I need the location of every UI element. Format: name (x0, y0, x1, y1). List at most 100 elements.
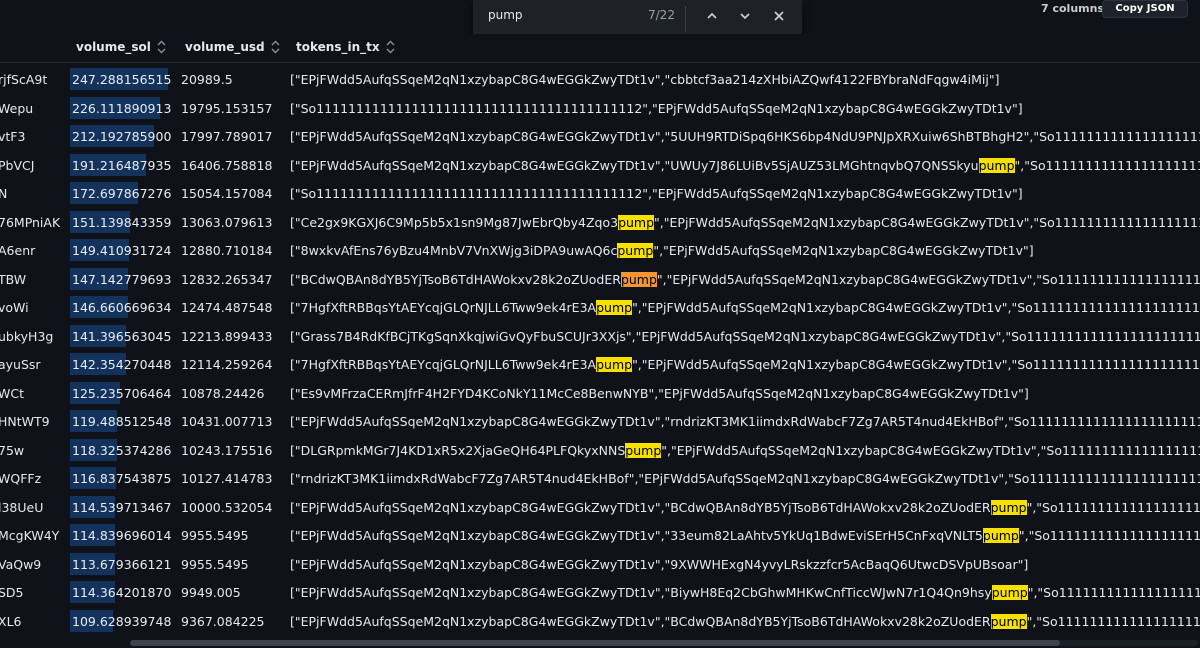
volume-usd-cell: 9955.5495 (181, 556, 249, 572)
row-id-cell: N (0, 186, 8, 201)
table-row[interactable]: l38UeU 114.539713467 10000.532054 ["EPjFWdd… (0, 494, 1200, 520)
row-id-cell: Wepu (0, 100, 34, 116)
table-row[interactable]: WCt 125.235706464 10878.24426 ["Es9vMFrzaCE… (0, 380, 1200, 406)
tokens-in-tx-cell: ["EPjFWdd5AufqSSqeM2qN1xzybapC8G4wEGGkZw… (290, 585, 1200, 600)
volume-sol-cell: 247.288156515 (72, 72, 172, 87)
table-row[interactable]: Wepu 226.111890913 19795.153157 ["So1111111… (0, 95, 1200, 121)
row-id-cell: l38UeU (0, 499, 44, 515)
table-row[interactable]: N 172.697867276 15054.157084 ["So1111111111… (0, 180, 1200, 206)
chevron-up-icon (707, 12, 717, 19)
table-row[interactable]: VaQw9 113.679366121 9955.5495 ["EPjFWdd5Auf… (0, 551, 1200, 577)
volume-usd-cell: 9367.084225 (181, 613, 265, 629)
volume-sol-cell: 149.410931724 (72, 243, 172, 258)
volume-sol-cell: 125.235706464 (72, 385, 172, 401)
scrollbar-thumb[interactable] (130, 640, 1060, 646)
row-id-cell: A6enr (0, 243, 36, 258)
table-row[interactable]: PbVCJ 191.216487935 16406.758818 ["EPjFWdd5… (0, 152, 1200, 178)
volume-usd-cell: 9955.5495 (181, 528, 249, 543)
volume-usd-cell: 13063.079613 (181, 214, 273, 230)
row-id-cell: SD5 (0, 585, 24, 600)
tokens-in-tx-cell: ["EPjFWdd5AufqSSqeM2qN1xzybapC8G4wEGGkZw… (290, 157, 1200, 173)
table-row[interactable]: SD5 114.364201870 9949.005 ["EPjFWdd5AufqSS… (0, 579, 1200, 605)
search-match: pump (596, 357, 633, 372)
find-bar: pump 7/22 (473, 0, 802, 38)
column-count: 7 columns (1041, 2, 1105, 15)
table-row[interactable]: 76MPniAK 151.139843359 13063.079613 ["Ce2gx… (0, 209, 1200, 235)
table-row[interactable]: HNtWT9 119.488512548 10431.007713 ["EPjFWdd… (0, 408, 1200, 434)
find-divider (685, 6, 686, 32)
column-header-volume-sol[interactable]: volume_sol (76, 40, 166, 54)
table-row[interactable]: vtF3 212.192785900 17997.789017 ["EPjFWdd5A… (0, 123, 1200, 149)
volume-sol-cell: 147.142779693 (72, 271, 172, 287)
row-id-cell: XL6 (0, 613, 22, 629)
tokens-in-tx-cell: ["8wxkvAfEns76yBzu4MnbV7VnXWjg3iDPA9uwAQ… (290, 243, 1034, 258)
tokens-in-tx-cell: ["EPjFWdd5AufqSSqeM2qN1xzybapC8G4wEGGkZw… (290, 129, 1200, 144)
tokens-in-tx-cell: ["So111111111111111111111111111111111111… (290, 100, 1023, 116)
find-input[interactable]: pump (488, 8, 523, 22)
horizontal-scrollbar[interactable] (130, 640, 1198, 646)
search-match: pump (617, 243, 654, 258)
volume-usd-cell: 12880.710184 (181, 243, 273, 258)
volume-sol-cell: 146.660669634 (72, 300, 172, 315)
row-id-cell: 76MPniAK (0, 214, 61, 230)
sort-icon (157, 40, 166, 54)
table-row[interactable]: WQFFz 116.837543875 10127.414783 ["rndrizKT… (0, 465, 1200, 491)
chevron-down-icon (740, 13, 750, 20)
volume-sol-cell: 172.697867276 (72, 186, 172, 201)
table-row[interactable]: TBW 147.142779693 12832.265347 ["BCdwQBAn8d… (0, 266, 1200, 292)
volume-sol-cell: 118.325374286 (72, 442, 172, 458)
tokens-in-tx-cell: ["Grass7B4RdKfBCjTKgSqnXkqjwiGvQyFbuSCUJ… (290, 328, 1200, 344)
volume-sol-cell: 114.364201870 (72, 585, 172, 600)
find-close-button[interactable] (768, 5, 790, 27)
row-id-cell: McgKW4Y (0, 528, 60, 543)
column-header-tokens-in-tx[interactable]: tokens_in_tx (296, 40, 395, 54)
volume-usd-cell: 9949.005 (181, 585, 241, 600)
row-id-cell: TBW (0, 271, 27, 287)
find-next-button[interactable] (734, 5, 756, 27)
volume-usd-cell: 12213.899433 (181, 328, 273, 344)
copy-json-button[interactable]: Copy JSON (1102, 0, 1188, 18)
sort-icon (271, 40, 280, 54)
search-match: pump (978, 157, 1015, 173)
volume-usd-cell: 10243.175516 (181, 442, 273, 458)
find-previous-button[interactable] (701, 5, 723, 27)
volume-usd-cell: 15054.157084 (181, 186, 273, 201)
row-id-cell: PbVCJ (0, 157, 35, 173)
search-match: pump (618, 214, 655, 230)
volume-sol-cell: 141.396563045 (72, 328, 172, 344)
tokens-in-tx-cell: ["EPjFWdd5AufqSSqeM2qN1xzybapC8G4wEGGkZw… (290, 414, 1200, 429)
table-row[interactable]: 75w 118.325374286 10243.175516 ["DLGRpmkMGr… (0, 437, 1200, 463)
tokens-in-tx-cell: ["DLGRpmkMGr7J4KD1xR5x2XjaGeQH64PLFQkyxN… (290, 442, 1200, 458)
table-row[interactable]: XL6 109.628939748 9367.084225 ["EPjFWdd5Auf… (0, 608, 1200, 634)
row-id-cell: ubkyH3g (0, 328, 54, 344)
row-id-cell: HNtWT9 (0, 414, 50, 429)
volume-sol-cell: 109.628939748 (72, 613, 172, 629)
search-match: pump (990, 613, 1027, 629)
volume-usd-cell: 10431.007713 (181, 414, 273, 429)
volume-usd-cell: 20989.5 (181, 72, 233, 87)
volume-sol-cell: 151.139843359 (72, 214, 172, 230)
column-header-label: tokens_in_tx (296, 40, 380, 54)
table-row[interactable]: rjfScA9t 247.288156515 20989.5 ["EPjFWdd5Au… (0, 66, 1200, 92)
search-match: pump (596, 300, 633, 315)
tokens-in-tx-cell: ["rndrizKT3MK1iimdxRdWabcF7Zg7AR5T4nud4E… (290, 471, 1200, 486)
search-match: pump (990, 499, 1027, 515)
table-row[interactable]: ayuSsr 142.354270448 12114.259264 ["7HgfXft… (0, 351, 1200, 377)
tokens-in-tx-cell: ["So111111111111111111111111111111111111… (290, 186, 1023, 201)
row-id-cell: rjfScA9t (0, 72, 48, 87)
column-header-volume-usd[interactable]: volume_usd (185, 40, 280, 54)
table-row[interactable]: voWi 146.660669634 12474.487548 ["7HgfXftRB… (0, 294, 1200, 320)
tokens-in-tx-cell: ["EPjFWdd5AufqSSqeM2qN1xzybapC8G4wEGGkZw… (290, 499, 1200, 515)
volume-usd-cell: 10127.414783 (181, 471, 273, 486)
search-match: pump (991, 585, 1028, 600)
volume-sol-cell: 114.539713467 (72, 499, 172, 515)
table-row[interactable]: ubkyH3g 141.396563045 12213.899433 ["Grass7… (0, 323, 1200, 349)
volume-sol-cell: 212.192785900 (72, 129, 172, 144)
tokens-in-tx-cell: ["Es9vMFrzaCERmJfrF4H2FYD4KCoNkY11McCe8B… (290, 385, 1029, 401)
volume-usd-cell: 10878.24426 (181, 385, 265, 401)
row-id-cell: WQFFz (0, 471, 42, 486)
table-row[interactable]: McgKW4Y 114.839696014 9955.5495 ["EPjFWdd5A… (0, 522, 1200, 548)
sort-icon (386, 40, 395, 54)
table-row[interactable]: A6enr 149.410931724 12880.710184 ["8wxkvAfE… (0, 237, 1200, 263)
table-header: volume_sol volume_usd tokens_in_tx (0, 34, 1200, 63)
